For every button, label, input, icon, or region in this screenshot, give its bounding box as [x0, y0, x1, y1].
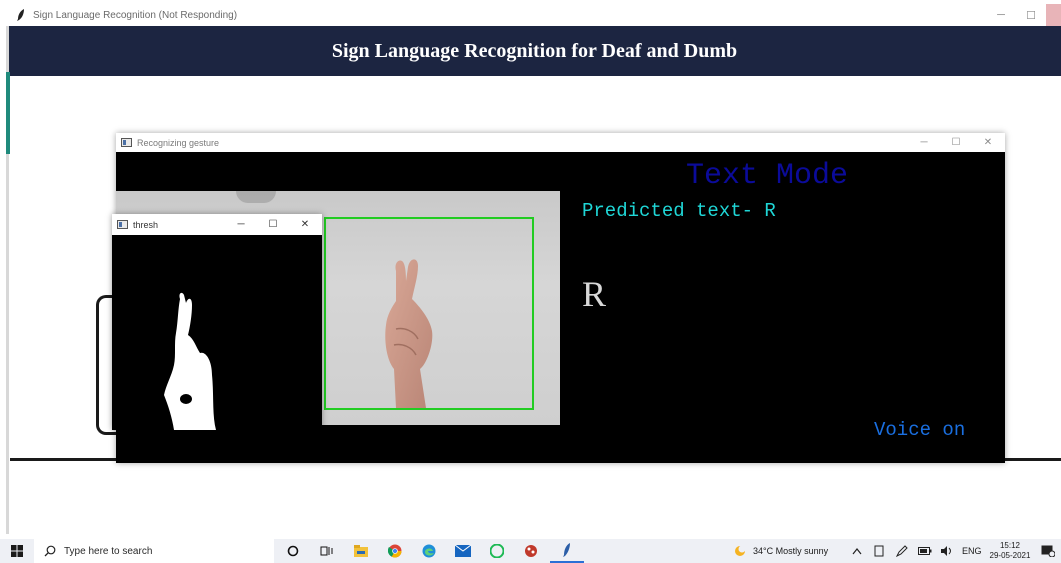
main-window-titlebar[interactable]: Sign Language Recognition (Not Respondin…: [8, 4, 1061, 26]
recognizing-gesture-titlebar[interactable]: Recognizing gesture ─ ☐ ✕: [116, 133, 1005, 152]
mail-icon[interactable]: [446, 539, 480, 563]
pen-icon[interactable]: [896, 539, 908, 563]
opencv-window-icon: [117, 220, 128, 229]
start-button[interactable]: [0, 539, 34, 563]
mode-label: Text Mode: [686, 159, 849, 193]
notification-icon[interactable]: [1041, 539, 1055, 563]
thresh-close-button[interactable]: ✕: [290, 214, 320, 235]
weather-widget[interactable]: 34°C Mostly sunny: [733, 539, 828, 563]
volume-icon[interactable]: [940, 539, 954, 563]
opencv-window-icon: [121, 138, 132, 147]
roi-box: [324, 217, 534, 410]
hand-gesture-image: [385, 259, 433, 408]
chevron-up-icon: [852, 548, 862, 555]
main-maximize-button[interactable]: ☐: [1016, 4, 1046, 26]
main-close-button[interactable]: [1046, 4, 1061, 26]
thresh-titlebar[interactable]: thresh ─ ☐ ✕: [112, 214, 322, 235]
file-explorer-icon[interactable]: [344, 539, 378, 563]
sun-icon: [735, 545, 746, 556]
voice-status: Voice on: [874, 419, 966, 441]
window-accent-strip: [6, 72, 10, 154]
thresh-maximize-button[interactable]: ☐: [258, 214, 288, 235]
weather-text: 34°C Mostly sunny: [753, 546, 829, 556]
clock-date: 29-05-2021: [989, 551, 1031, 560]
game-icon[interactable]: [514, 539, 548, 563]
show-hidden-icons-button[interactable]: [852, 539, 862, 563]
battery-icon[interactable]: [918, 539, 932, 563]
threshold-mask-image: [164, 292, 216, 430]
app-banner: Sign Language Recognition for Deaf and D…: [8, 26, 1061, 76]
spotify-icon[interactable]: [480, 539, 514, 563]
camera-shadow: [236, 191, 276, 203]
feather-icon: [14, 8, 28, 22]
language-indicator[interactable]: ENG: [962, 539, 982, 563]
chrome-icon[interactable]: [378, 539, 412, 563]
search-icon: [44, 545, 56, 557]
device-icon[interactable]: [874, 539, 884, 563]
main-window-title: Sign Language Recognition (Not Respondin…: [33, 9, 238, 21]
python-idle-icon[interactable]: [550, 539, 584, 563]
rec-minimize-button[interactable]: ─: [908, 133, 940, 152]
cortana-icon[interactable]: [276, 539, 310, 563]
desktop: Sign Language Recognition (Not Respondin…: [0, 0, 1061, 563]
thresh-minimize-button[interactable]: ─: [226, 214, 256, 235]
taskbar: Type here to search 34°C Mostly sunny EN…: [0, 539, 1061, 563]
predicted-text: Predicted text- R: [582, 200, 776, 222]
banner-title: Sign Language Recognition for Deaf and D…: [331, 39, 738, 62]
current-letter: R: [582, 274, 607, 314]
recognizing-gesture-title: Recognizing gesture: [137, 137, 220, 148]
taskbar-search-box[interactable]: Type here to search: [34, 539, 274, 563]
windows-logo-icon: [11, 545, 23, 557]
main-minimize-button[interactable]: ─: [986, 4, 1016, 26]
task-view-icon[interactable]: [310, 539, 344, 563]
clock[interactable]: 15:12 29-05-2021: [985, 541, 1035, 561]
clock-time: 15:12: [999, 541, 1021, 550]
thresh-window[interactable]: thresh ─ ☐ ✕: [112, 214, 322, 430]
edge-icon[interactable]: [412, 539, 446, 563]
search-placeholder: Type here to search: [64, 545, 153, 557]
rec-maximize-button[interactable]: ☐: [940, 133, 972, 152]
thresh-title: thresh: [133, 219, 159, 230]
rec-close-button[interactable]: ✕: [972, 133, 1004, 152]
